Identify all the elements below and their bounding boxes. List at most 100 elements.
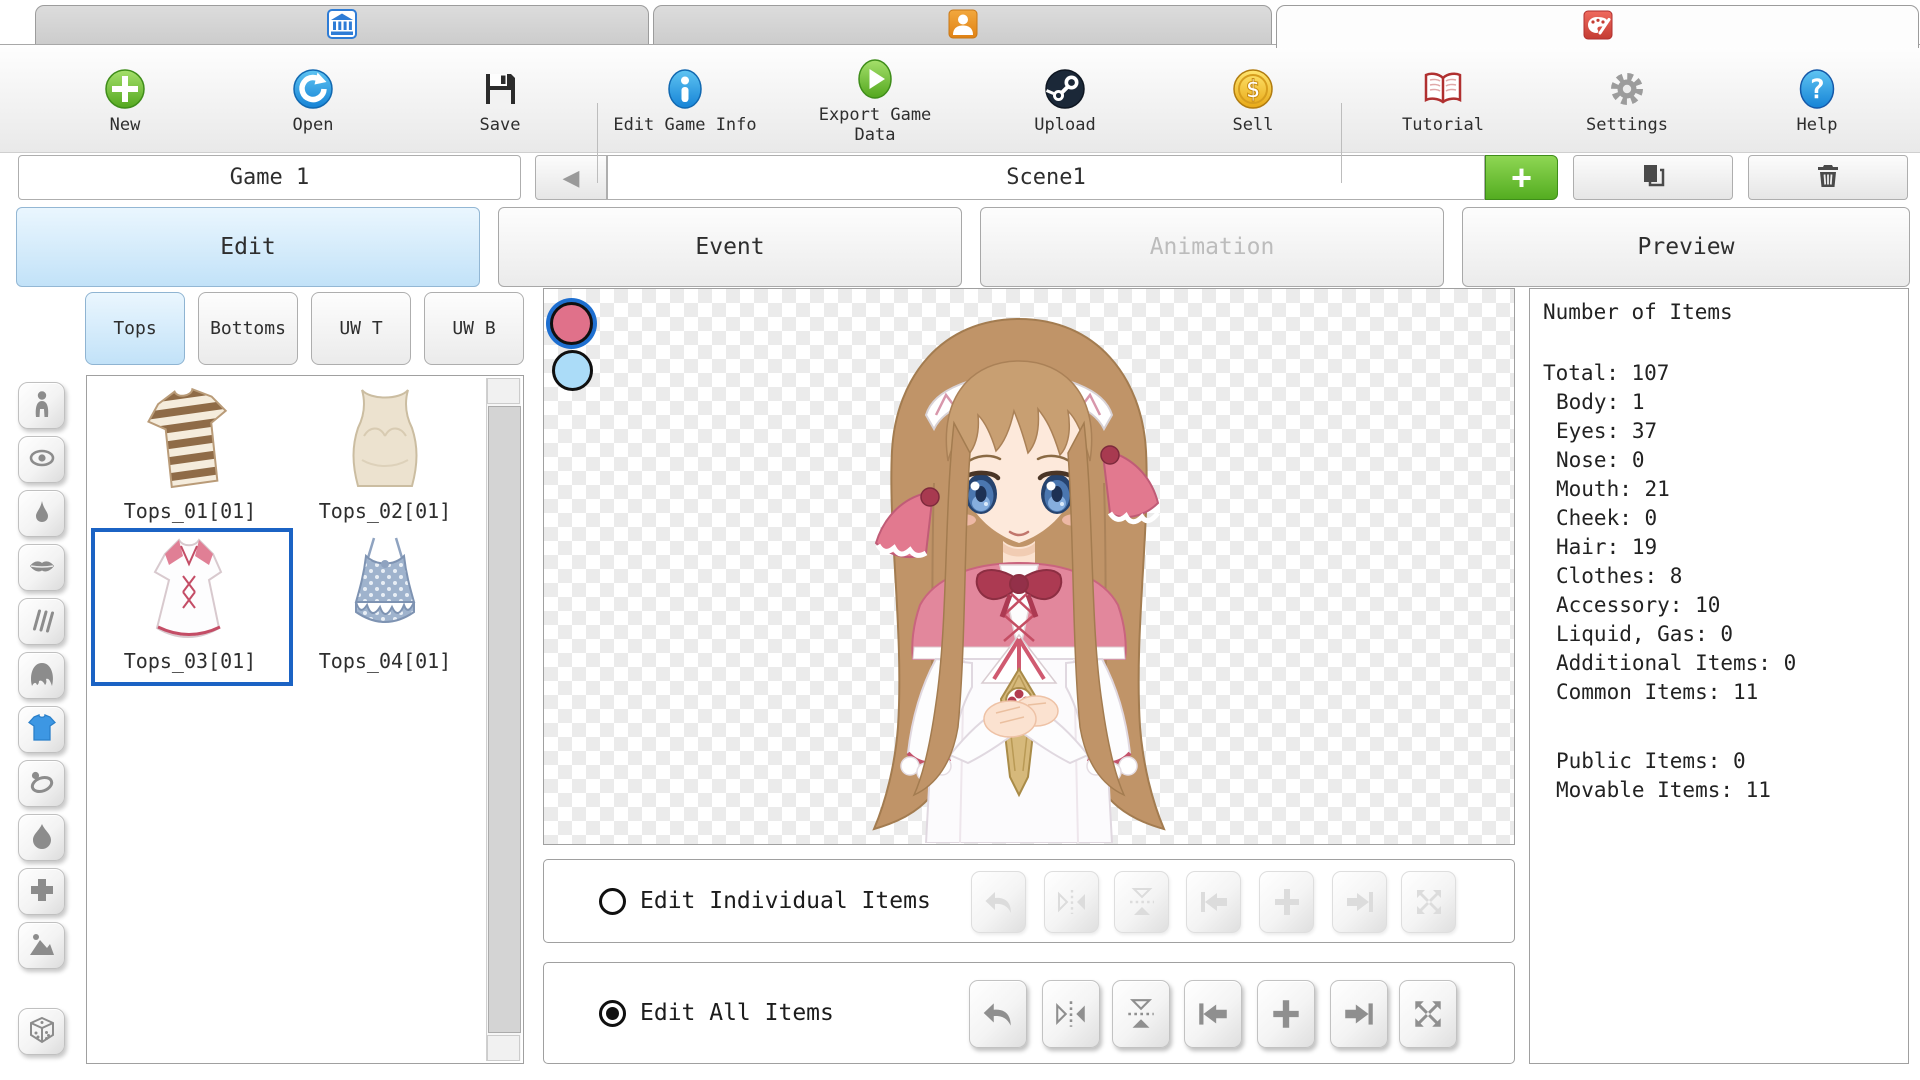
- rail-mouth-button[interactable]: [18, 544, 65, 591]
- spacer: [1543, 707, 1908, 747]
- item-list-scrollbar[interactable]: [486, 378, 521, 1061]
- image-icon: [27, 929, 57, 962]
- scene-name-input[interactable]: [607, 155, 1485, 200]
- item-tops-04[interactable]: Tops_04[01]: [300, 532, 470, 673]
- svg-text:$: $: [1245, 75, 1260, 104]
- flip-vertical-button[interactable]: [1112, 980, 1170, 1048]
- edit-individual-row: Edit Individual Items: [543, 859, 1515, 943]
- tab-preview-label: Preview: [1638, 234, 1735, 260]
- app-window: New Open Save Edit Game Info Export Game…: [0, 0, 1920, 1080]
- sell-button-label: Sell: [1233, 115, 1274, 135]
- stat-row-clothes: Clothes: 8: [1543, 562, 1908, 591]
- add-scene-button[interactable]: +: [1485, 155, 1558, 200]
- category-tab-uw-b[interactable]: UW B: [424, 292, 524, 365]
- edit-individual-radio[interactable]: [599, 888, 626, 915]
- app-tab-character[interactable]: [653, 5, 1272, 45]
- rail-nose-button[interactable]: [18, 490, 65, 537]
- item-label: Tops_03[01]: [105, 649, 275, 673]
- stats-title: Number of Items: [1543, 298, 1908, 327]
- item-list-panel: Tops_01[01] Tops_02[01] Tops_03[01] Tops…: [86, 375, 524, 1064]
- camisole-thumbnail: [320, 532, 450, 644]
- info-circle-icon: [605, 63, 765, 115]
- character-canvas[interactable]: [543, 288, 1515, 845]
- tab-edit-label: Edit: [220, 234, 275, 260]
- ring-icon: [27, 767, 57, 800]
- undo-button[interactable]: [969, 980, 1027, 1048]
- edit-game-info-button[interactable]: Edit Game Info: [605, 53, 765, 145]
- rail-liquid-button[interactable]: [18, 814, 65, 861]
- move-right-edge-button[interactable]: [1330, 980, 1388, 1048]
- flip-horizontal-button[interactable]: [1042, 980, 1100, 1048]
- sell-button[interactable]: $ Sell: [1173, 53, 1333, 145]
- move-left-edge-button[interactable]: [1184, 980, 1242, 1048]
- edit-all-radio[interactable]: [599, 1000, 626, 1027]
- tab-event-label: Event: [695, 234, 764, 260]
- stat-row-total: Total: 107: [1543, 359, 1908, 388]
- palette-icon: [1583, 10, 1613, 44]
- save-button-label: Save: [480, 115, 521, 135]
- game-name-input[interactable]: [18, 155, 521, 200]
- delete-scene-button[interactable]: [1748, 155, 1908, 200]
- upload-button-label: Upload: [1034, 115, 1095, 135]
- help-button[interactable]: ? Help: [1737, 53, 1897, 145]
- toolbar-separator: [597, 103, 598, 183]
- rail-eyes-button[interactable]: [18, 436, 65, 483]
- rail-hair-button[interactable]: [18, 652, 65, 699]
- tab-edit[interactable]: Edit: [16, 207, 480, 287]
- app-tab-world[interactable]: [35, 5, 649, 45]
- rail-accessory-button[interactable]: [18, 760, 65, 807]
- stat-row-hair: Hair: 19: [1543, 533, 1908, 562]
- save-button[interactable]: Save: [420, 53, 580, 145]
- gear-icon: [1547, 63, 1707, 115]
- cheek-lines-icon: [27, 605, 57, 638]
- scale-button[interactable]: [1399, 980, 1457, 1048]
- scrollbar-bottom-cap[interactable]: [487, 1035, 520, 1061]
- app-tab-editor[interactable]: [1276, 5, 1919, 48]
- bank-icon: [327, 9, 357, 43]
- new-button[interactable]: New: [45, 53, 205, 145]
- settings-button[interactable]: Settings: [1547, 53, 1707, 145]
- tab-preview[interactable]: Preview: [1462, 207, 1910, 287]
- rail-additional-button[interactable]: [18, 868, 65, 915]
- upload-button[interactable]: Upload: [985, 53, 1145, 145]
- center-button-disabled: [1259, 871, 1314, 933]
- rail-common-button[interactable]: [18, 922, 65, 969]
- stat-row-nose: Nose: 0: [1543, 446, 1908, 475]
- category-tab-tops[interactable]: Tops: [85, 292, 185, 365]
- toolbar: New Open Save Edit Game Info Export Game…: [0, 44, 1920, 153]
- rail-random-button[interactable]: [18, 1008, 65, 1055]
- body-icon: [27, 389, 57, 422]
- center-button[interactable]: [1257, 980, 1315, 1048]
- tab-event[interactable]: Event: [498, 207, 962, 287]
- duplicate-scene-button[interactable]: [1573, 155, 1733, 200]
- tank-top-thumbnail: [320, 382, 450, 494]
- rail-cheek-button[interactable]: [18, 598, 65, 645]
- category-tab-uw-t-label: UW T: [339, 318, 382, 339]
- new-button-label: New: [110, 115, 141, 135]
- help-button-label: Help: [1797, 115, 1838, 135]
- category-tab-uw-t[interactable]: UW T: [311, 292, 411, 365]
- stat-row-movable: Movable Items: 11: [1543, 776, 1908, 805]
- color-swatch-blue[interactable]: [552, 350, 593, 391]
- stat-row-accessory: Accessory: 10: [1543, 591, 1908, 620]
- item-tops-01[interactable]: Tops_01[01]: [105, 382, 275, 523]
- scrollbar-thumb[interactable]: [488, 406, 521, 1033]
- open-reload-circle-icon: [233, 63, 393, 115]
- rail-body-button[interactable]: [18, 382, 65, 429]
- undo-button-disabled: [971, 871, 1026, 933]
- item-tops-02[interactable]: Tops_02[01]: [300, 382, 470, 523]
- tutorial-button[interactable]: Tutorial: [1363, 53, 1523, 145]
- trash-icon: [1813, 161, 1843, 194]
- rail-clothes-button[interactable]: [18, 706, 65, 753]
- category-tab-bottoms[interactable]: Bottoms: [198, 292, 298, 365]
- steam-icon: [985, 63, 1145, 115]
- export-game-data-button[interactable]: Export Game Data: [795, 53, 955, 145]
- item-tops-03[interactable]: Tops_03[01]: [105, 532, 275, 673]
- scrollbar-top-cap[interactable]: [487, 378, 520, 404]
- category-tab-tops-label: Tops: [113, 318, 156, 339]
- category-tab-uw-b-label: UW B: [452, 318, 495, 339]
- stat-row-body: Body: 1: [1543, 388, 1908, 417]
- edit-all-row: Edit All Items: [543, 962, 1515, 1064]
- color-swatch-pink[interactable]: [550, 302, 593, 345]
- open-button[interactable]: Open: [233, 53, 393, 145]
